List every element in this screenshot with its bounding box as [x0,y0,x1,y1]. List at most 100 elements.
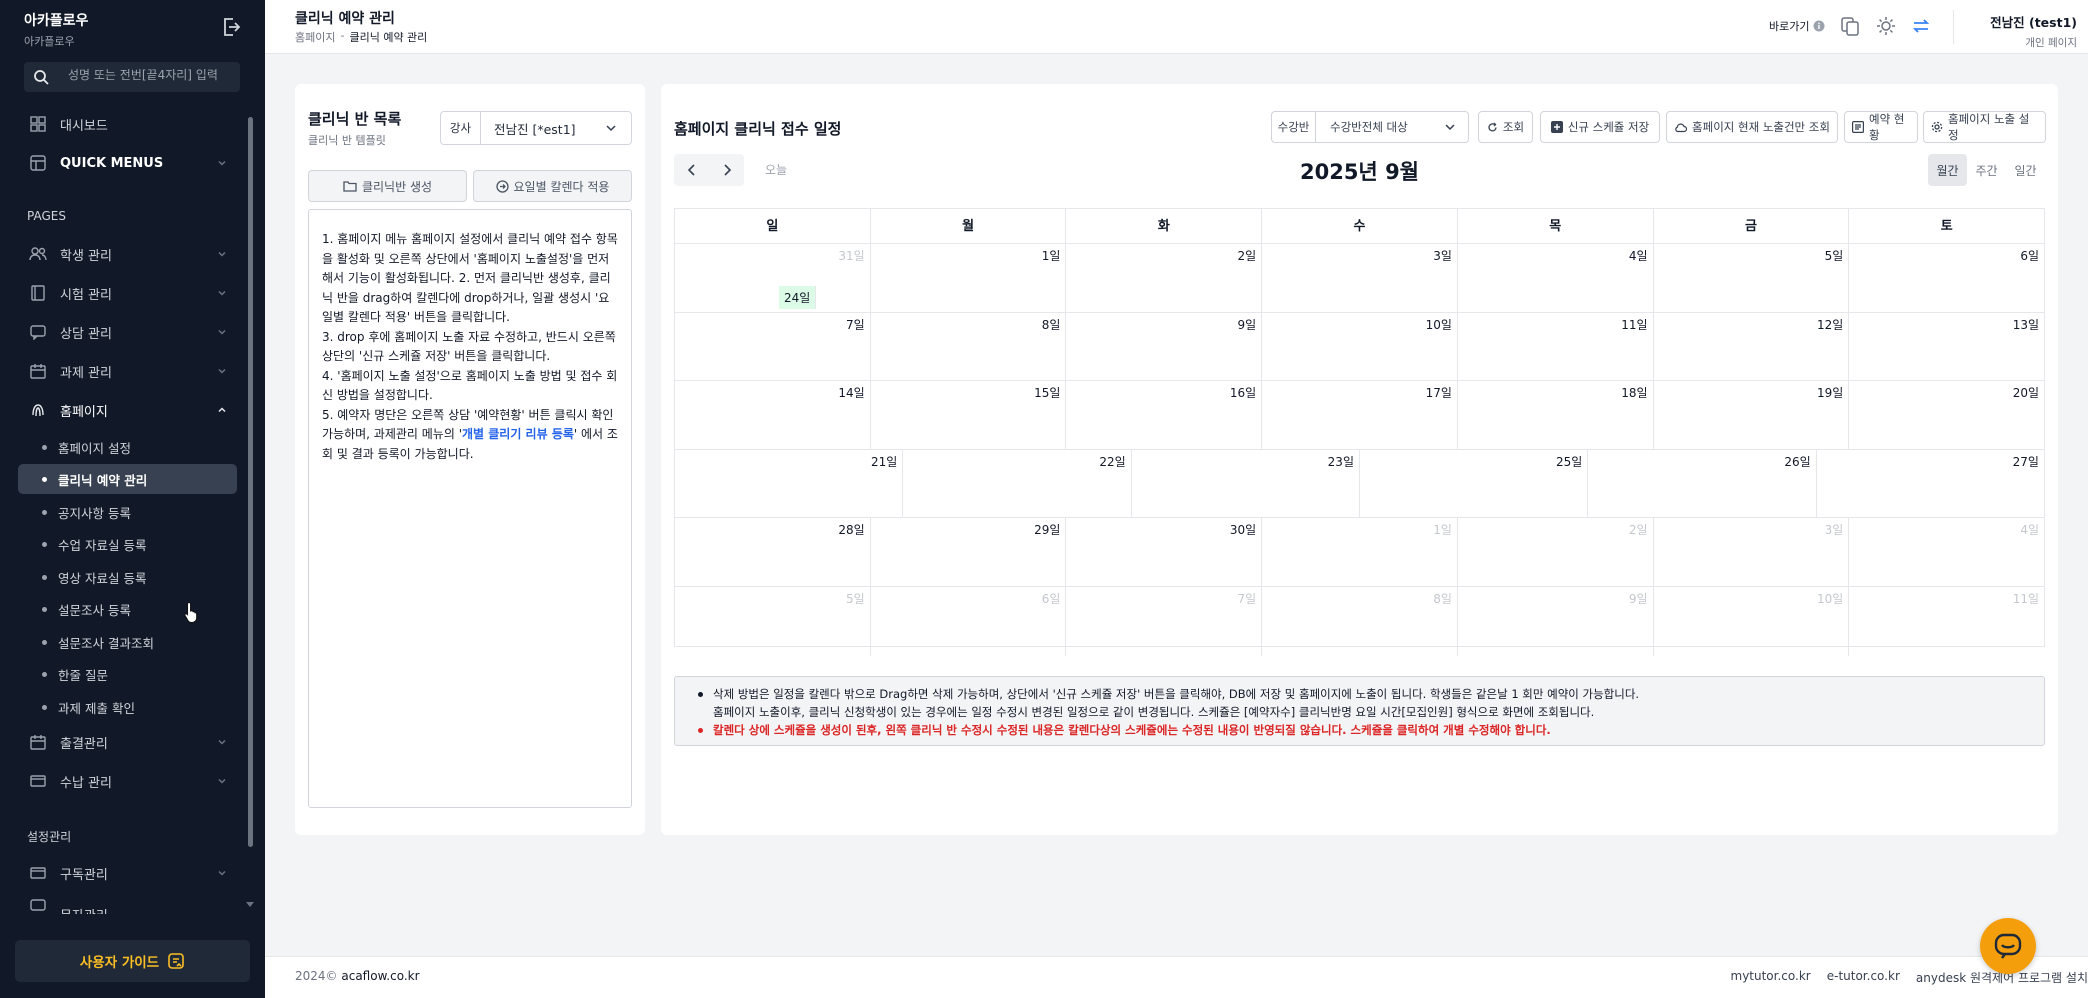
logout-icon[interactable] [219,15,243,39]
footer-domain[interactable]: acaflow.co.kr [341,969,419,983]
calendar-day[interactable]: 18일 [1458,381,1654,449]
sidebar-sub-survey-results[interactable]: 설문조사 결과조회 [18,627,237,657]
theme-sun-icon[interactable] [1875,15,1897,37]
next-month-button[interactable] [709,154,744,186]
view-current-exposure-button[interactable]: 홈페이지 현재 노출건만 조회 [1666,111,1838,143]
calendar-day-today[interactable]: 24일 [779,286,817,309]
note-warning: 칼렌다 상에 스케쥴을 생성이 된후, 왼쪽 클리닉 반 수정시 수정된 내용은… [698,721,2044,739]
calendar-grid: 일월화수목금토 31일 1일 2일 3일 4일 5일 6일 7일 8일 9일 10일 11일 12일 13… [674,208,2045,656]
calendar-day[interactable]: 30일 [1066,518,1263,586]
scroll-down-arrow-icon[interactable] [246,902,254,908]
calendar-day[interactable]: 9일 [1458,586,1654,656]
calendar-day[interactable]: 19일 [1654,381,1850,449]
footer-link-etutor[interactable]: e-tutor.co.kr [1827,969,1900,986]
calendar-day[interactable]: 12일 [1654,312,1850,381]
calendar-day[interactable]: 3일 [1654,518,1850,586]
sidebar-item-dashboard[interactable]: 대시보드 [18,108,237,140]
chat-support-button[interactable] [1980,918,2036,974]
calendar-day[interactable]: 10일 [1262,312,1458,381]
view-month-button[interactable]: 월간 [1928,154,1967,186]
calendar-day[interactable]: 6일 [871,586,1067,656]
calendar-day[interactable]: 9일 [1066,312,1263,381]
calendar-day[interactable]: 2일 [1458,518,1654,586]
sidebar-item-payment[interactable]: 수납 관리 [18,765,237,797]
sidebar-item-label: 과제 관리 [60,365,112,381]
brand[interactable]: 아카플로우 아카플로우 [24,10,88,49]
sidebar-sub-video-materials[interactable]: 영상 자료실 등록 [18,562,237,592]
calendar-day[interactable]: 1일 [1262,518,1458,586]
month-nav [674,154,744,186]
user-menu[interactable]: 전남진 (test1) 개인 페이지 [1985,12,2077,50]
sidebar-sub-survey[interactable]: 설문조사 등록 [18,594,237,624]
footer-link-mytutor[interactable]: mytutor.co.kr [1731,969,1811,986]
view-week-button[interactable]: 주간 [1967,154,2006,186]
course-select[interactable]: 수강반 수강반전체 대상 [1271,111,1469,143]
calendar-day[interactable]: 21일 [675,449,904,518]
calendar-day[interactable]: 29일 [871,518,1067,586]
calendar-day[interactable]: 3일 [1262,244,1458,312]
calendar-day[interactable]: 4일 [1849,518,2044,586]
sidebar-item-exams[interactable]: 시험 관리 [18,277,237,309]
today-button[interactable]: 오늘 [765,161,787,178]
view-day-button[interactable]: 일간 [2006,154,2045,186]
calendar-day[interactable]: 7일 [675,312,871,381]
breadcrumb-home[interactable]: 홈페이지 [295,29,335,45]
calendar-day[interactable]: 26일 [1588,449,1817,518]
sidebar-item-homepage[interactable]: 홈페이지 [18,394,237,426]
apply-weekday-calendar-button[interactable]: 요일별 칼렌다 적용 [473,170,632,202]
sidebar-sub-one-line-question[interactable]: 한줄 질문 [18,659,237,689]
sidebar-sub-homepage-settings[interactable]: 홈페이지 설정 [18,432,237,462]
calendar-day[interactable]: 25일 [1360,449,1589,518]
exposure-settings-button[interactable]: 홈페이지 노출 설정 [1923,111,2046,143]
sidebar-item-quick-menus[interactable]: QUICK MENUS [18,147,237,179]
calendar-day[interactable]: 7일 [1066,586,1263,656]
sidebar-sub-clinic-reservation[interactable]: 클리닉 예약 관리 [18,464,237,494]
user-guide-button[interactable]: 사용자 가이드 [15,940,250,982]
calendar-day[interactable]: 1일 [871,244,1067,312]
calendar-day[interactable]: 13일 [1849,313,2044,381]
calendar-day[interactable]: 31일 [675,244,871,312]
calendar-day[interactable]: 5일 [1654,244,1850,312]
calendar-day[interactable]: 11일 [1458,312,1654,381]
calendar-day[interactable]: 20일 [1849,381,2044,449]
save-schedule-button[interactable]: 신규 스케쥴 저장 [1540,111,1660,143]
reservation-status-button[interactable]: 예약 현황 [1844,111,1918,143]
create-clinic-button[interactable]: 클리닉반 생성 [308,170,467,202]
sidebar-item-assignments[interactable]: 과제 관리 [18,355,237,387]
calendar-day[interactable]: 16일 [1066,381,1263,449]
search-input[interactable] [68,68,233,82]
calendar-day[interactable]: 28일 [675,518,871,586]
calendar-day[interactable]: 15일 [871,381,1067,449]
refresh-icon[interactable] [1910,15,1932,37]
calendar-day[interactable]: 11일 [1849,587,2044,656]
calendar-day[interactable]: 27일 [1817,450,2044,518]
prev-month-button[interactable] [674,154,709,186]
sidebar-sub-class-materials[interactable]: 수업 자료실 등록 [18,529,237,559]
sidebar-item-counseling[interactable]: 상담 관리 [18,316,237,348]
calendar-day[interactable]: 2일 [1066,244,1263,312]
sidebar-sub-notice[interactable]: 공지사항 등록 [18,497,237,527]
calendar-day[interactable]: 10일 [1654,586,1850,656]
calendar-day[interactable]: 4일 [1458,244,1654,312]
calendar-day[interactable]: 17일 [1262,381,1458,449]
sidebar-item-subscription[interactable]: 구독관리 [18,857,237,889]
sidebar-item-attendance[interactable]: 출결관리 [18,726,237,758]
clinic-guide-textarea[interactable]: 1. 홈페이지 메뉴 홈페이지 설정에서 클리닉 예약 접수 항목을 활성화 및… [308,209,632,808]
calendar-day[interactable]: 23일 [1132,449,1360,518]
calendar-day[interactable]: 8일 [1262,586,1458,656]
teacher-select[interactable]: 강사 전남진 [*est1] [440,111,632,145]
calendar-day[interactable]: 6일 [1849,244,2044,312]
calendar-day[interactable]: 22일 [903,449,1132,518]
review-register-link[interactable]: 개별 클리기 리뷰 등록 [462,427,574,441]
sidebar-item-sms[interactable]: 문자관리 [18,896,237,914]
sidebar-scrollbar[interactable] [248,117,253,847]
calendar-day[interactable]: 14일 [675,381,871,449]
refresh-button[interactable]: 조회 [1478,111,1533,143]
calendar-day[interactable]: 5일 [675,586,871,656]
quick-link[interactable]: 바로가기 [1769,18,1825,34]
search-box[interactable] [24,62,240,92]
sidebar-sub-assignment-check[interactable]: 과제 제출 확인 [18,692,237,722]
sidebar-item-students[interactable]: 학생 관리 [18,238,237,270]
copy-icon[interactable] [1839,15,1861,37]
calendar-day[interactable]: 8일 [871,312,1067,381]
